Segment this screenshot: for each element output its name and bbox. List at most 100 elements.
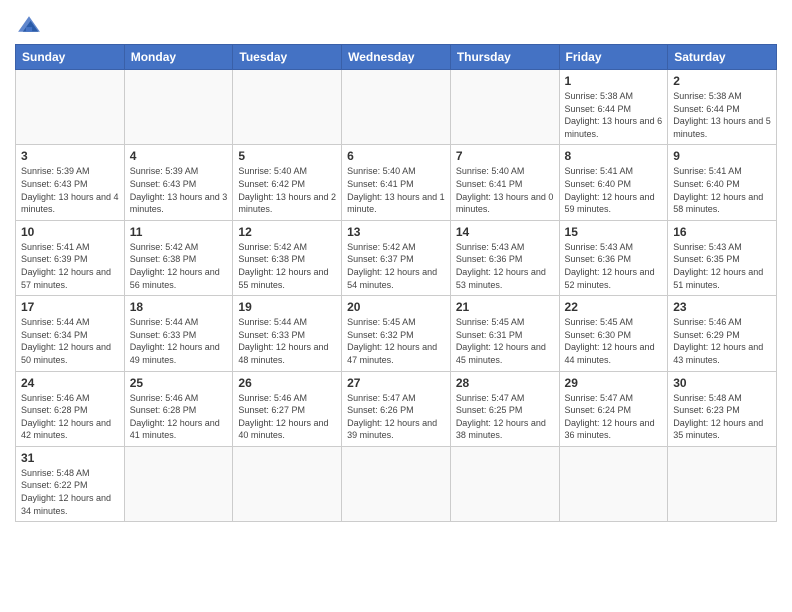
cell-day-number: 19 [238, 300, 336, 314]
weekday-header-monday: Monday [124, 45, 233, 70]
cell-info-text: Sunrise: 5:48 AMSunset: 6:23 PMDaylight:… [673, 392, 771, 442]
calendar-cell: 28 Sunrise: 5:47 AMSunset: 6:25 PMDayligh… [450, 371, 559, 446]
generalblue-logo-icon [15, 10, 43, 38]
cell-info-text: Sunrise: 5:47 AMSunset: 6:25 PMDaylight:… [456, 392, 554, 442]
cell-info-text: Sunrise: 5:46 AMSunset: 6:27 PMDaylight:… [238, 392, 336, 442]
calendar-table: SundayMondayTuesdayWednesdayThursdayFrid… [15, 44, 777, 522]
cell-info-text: Sunrise: 5:43 AMSunset: 6:36 PMDaylight:… [456, 241, 554, 291]
calendar-cell: 13 Sunrise: 5:42 AMSunset: 6:37 PMDayligh… [342, 220, 451, 295]
cell-day-number: 10 [21, 225, 119, 239]
cell-info-text: Sunrise: 5:40 AMSunset: 6:41 PMDaylight:… [456, 165, 554, 215]
cell-day-number: 1 [565, 74, 663, 88]
cell-day-number: 20 [347, 300, 445, 314]
cell-info-text: Sunrise: 5:43 AMSunset: 6:36 PMDaylight:… [565, 241, 663, 291]
cell-info-text: Sunrise: 5:48 AMSunset: 6:22 PMDaylight:… [21, 467, 119, 517]
page-header [15, 10, 777, 38]
calendar-cell [450, 70, 559, 145]
calendar-cell [124, 446, 233, 521]
cell-day-number: 4 [130, 149, 228, 163]
calendar-cell [450, 446, 559, 521]
cell-info-text: Sunrise: 5:42 AMSunset: 6:38 PMDaylight:… [130, 241, 228, 291]
cell-info-text: Sunrise: 5:41 AMSunset: 6:39 PMDaylight:… [21, 241, 119, 291]
calendar-cell: 24Sunrise: 5:46 AMSunset: 6:28 PMDayligh… [16, 371, 125, 446]
cell-info-text: Sunrise: 5:40 AMSunset: 6:41 PMDaylight:… [347, 165, 445, 215]
cell-day-number: 22 [565, 300, 663, 314]
calendar-cell: 11 Sunrise: 5:42 AMSunset: 6:38 PMDayligh… [124, 220, 233, 295]
calendar-cell: 4 Sunrise: 5:39 AMSunset: 6:43 PMDaylight… [124, 145, 233, 220]
calendar-cell: 16Sunrise: 5:43 AMSunset: 6:35 PMDayligh… [668, 220, 777, 295]
cell-info-text: Sunrise: 5:41 AMSunset: 6:40 PMDaylight:… [565, 165, 663, 215]
cell-day-number: 24 [21, 376, 119, 390]
calendar-cell: 20 Sunrise: 5:45 AMSunset: 6:32 PMDayligh… [342, 296, 451, 371]
cell-day-number: 9 [673, 149, 771, 163]
cell-info-text: Sunrise: 5:39 AMSunset: 6:43 PMDaylight:… [21, 165, 119, 215]
cell-day-number: 14 [456, 225, 554, 239]
calendar-cell: 29 Sunrise: 5:47 AMSunset: 6:24 PMDayligh… [559, 371, 668, 446]
weekday-header-wednesday: Wednesday [342, 45, 451, 70]
cell-day-number: 29 [565, 376, 663, 390]
cell-day-number: 17 [21, 300, 119, 314]
calendar-cell [342, 446, 451, 521]
cell-day-number: 3 [21, 149, 119, 163]
cell-info-text: Sunrise: 5:45 AMSunset: 6:32 PMDaylight:… [347, 316, 445, 366]
cell-day-number: 11 [130, 225, 228, 239]
weekday-header-friday: Friday [559, 45, 668, 70]
cell-day-number: 2 [673, 74, 771, 88]
calendar-cell: 19Sunrise: 5:44 AMSunset: 6:33 PMDayligh… [233, 296, 342, 371]
weekday-header-tuesday: Tuesday [233, 45, 342, 70]
cell-day-number: 6 [347, 149, 445, 163]
calendar-cell: 6 Sunrise: 5:40 AMSunset: 6:41 PMDaylight… [342, 145, 451, 220]
calendar-cell: 31 Sunrise: 5:48 AMSunset: 6:22 PMDayligh… [16, 446, 125, 521]
cell-info-text: Sunrise: 5:45 AMSunset: 6:31 PMDaylight:… [456, 316, 554, 366]
cell-info-text: Sunrise: 5:46 AMSunset: 6:29 PMDaylight:… [673, 316, 771, 366]
cell-day-number: 23 [673, 300, 771, 314]
cell-day-number: 30 [673, 376, 771, 390]
calendar-cell: 8 Sunrise: 5:41 AMSunset: 6:40 PMDaylight… [559, 145, 668, 220]
cell-day-number: 18 [130, 300, 228, 314]
weekday-header-saturday: Saturday [668, 45, 777, 70]
calendar-cell: 17Sunrise: 5:44 AMSunset: 6:34 PMDayligh… [16, 296, 125, 371]
calendar-cell: 12 Sunrise: 5:42 AMSunset: 6:38 PMDayligh… [233, 220, 342, 295]
cell-day-number: 15 [565, 225, 663, 239]
calendar-cell: 3 Sunrise: 5:39 AMSunset: 6:43 PMDaylight… [16, 145, 125, 220]
calendar-cell: 10 Sunrise: 5:41 AMSunset: 6:39 PMDayligh… [16, 220, 125, 295]
cell-info-text: Sunrise: 5:38 AMSunset: 6:44 PMDaylight:… [565, 90, 663, 140]
cell-info-text: Sunrise: 5:39 AMSunset: 6:43 PMDaylight:… [130, 165, 228, 215]
cell-day-number: 26 [238, 376, 336, 390]
calendar-cell [668, 446, 777, 521]
cell-day-number: 8 [565, 149, 663, 163]
cell-info-text: Sunrise: 5:42 AMSunset: 6:38 PMDaylight:… [238, 241, 336, 291]
cell-info-text: Sunrise: 5:42 AMSunset: 6:37 PMDaylight:… [347, 241, 445, 291]
cell-day-number: 13 [347, 225, 445, 239]
calendar-cell: 21Sunrise: 5:45 AMSunset: 6:31 PMDayligh… [450, 296, 559, 371]
cell-day-number: 7 [456, 149, 554, 163]
calendar-cell: 18 Sunrise: 5:44 AMSunset: 6:33 PMDayligh… [124, 296, 233, 371]
calendar-cell: 1 Sunrise: 5:38 AMSunset: 6:44 PMDaylight… [559, 70, 668, 145]
calendar-cell: 25Sunrise: 5:46 AMSunset: 6:28 PMDayligh… [124, 371, 233, 446]
cell-info-text: Sunrise: 5:41 AMSunset: 6:40 PMDaylight:… [673, 165, 771, 215]
cell-info-text: Sunrise: 5:47 AMSunset: 6:26 PMDaylight:… [347, 392, 445, 442]
calendar-cell: 5 Sunrise: 5:40 AMSunset: 6:42 PMDaylight… [233, 145, 342, 220]
cell-info-text: Sunrise: 5:40 AMSunset: 6:42 PMDaylight:… [238, 165, 336, 215]
calendar-cell: 30 Sunrise: 5:48 AMSunset: 6:23 PMDayligh… [668, 371, 777, 446]
calendar-cell: 27Sunrise: 5:47 AMSunset: 6:26 PMDayligh… [342, 371, 451, 446]
cell-info-text: Sunrise: 5:47 AMSunset: 6:24 PMDaylight:… [565, 392, 663, 442]
calendar-cell [342, 70, 451, 145]
cell-day-number: 28 [456, 376, 554, 390]
logo-area [15, 10, 47, 38]
calendar-cell: 22Sunrise: 5:45 AMSunset: 6:30 PMDayligh… [559, 296, 668, 371]
calendar-cell [233, 446, 342, 521]
cell-day-number: 12 [238, 225, 336, 239]
cell-day-number: 31 [21, 451, 119, 465]
cell-day-number: 16 [673, 225, 771, 239]
calendar-cell: 14 Sunrise: 5:43 AMSunset: 6:36 PMDayligh… [450, 220, 559, 295]
cell-day-number: 5 [238, 149, 336, 163]
calendar-cell: 9 Sunrise: 5:41 AMSunset: 6:40 PMDaylight… [668, 145, 777, 220]
weekday-header-thursday: Thursday [450, 45, 559, 70]
cell-info-text: Sunrise: 5:38 AMSunset: 6:44 PMDaylight:… [673, 90, 771, 140]
calendar-cell: 23 Sunrise: 5:46 AMSunset: 6:29 PMDayligh… [668, 296, 777, 371]
calendar-cell: 15 Sunrise: 5:43 AMSunset: 6:36 PMDayligh… [559, 220, 668, 295]
calendar-cell: 26 Sunrise: 5:46 AMSunset: 6:27 PMDayligh… [233, 371, 342, 446]
calendar-cell [559, 446, 668, 521]
cell-info-text: Sunrise: 5:44 AMSunset: 6:33 PMDaylight:… [130, 316, 228, 366]
